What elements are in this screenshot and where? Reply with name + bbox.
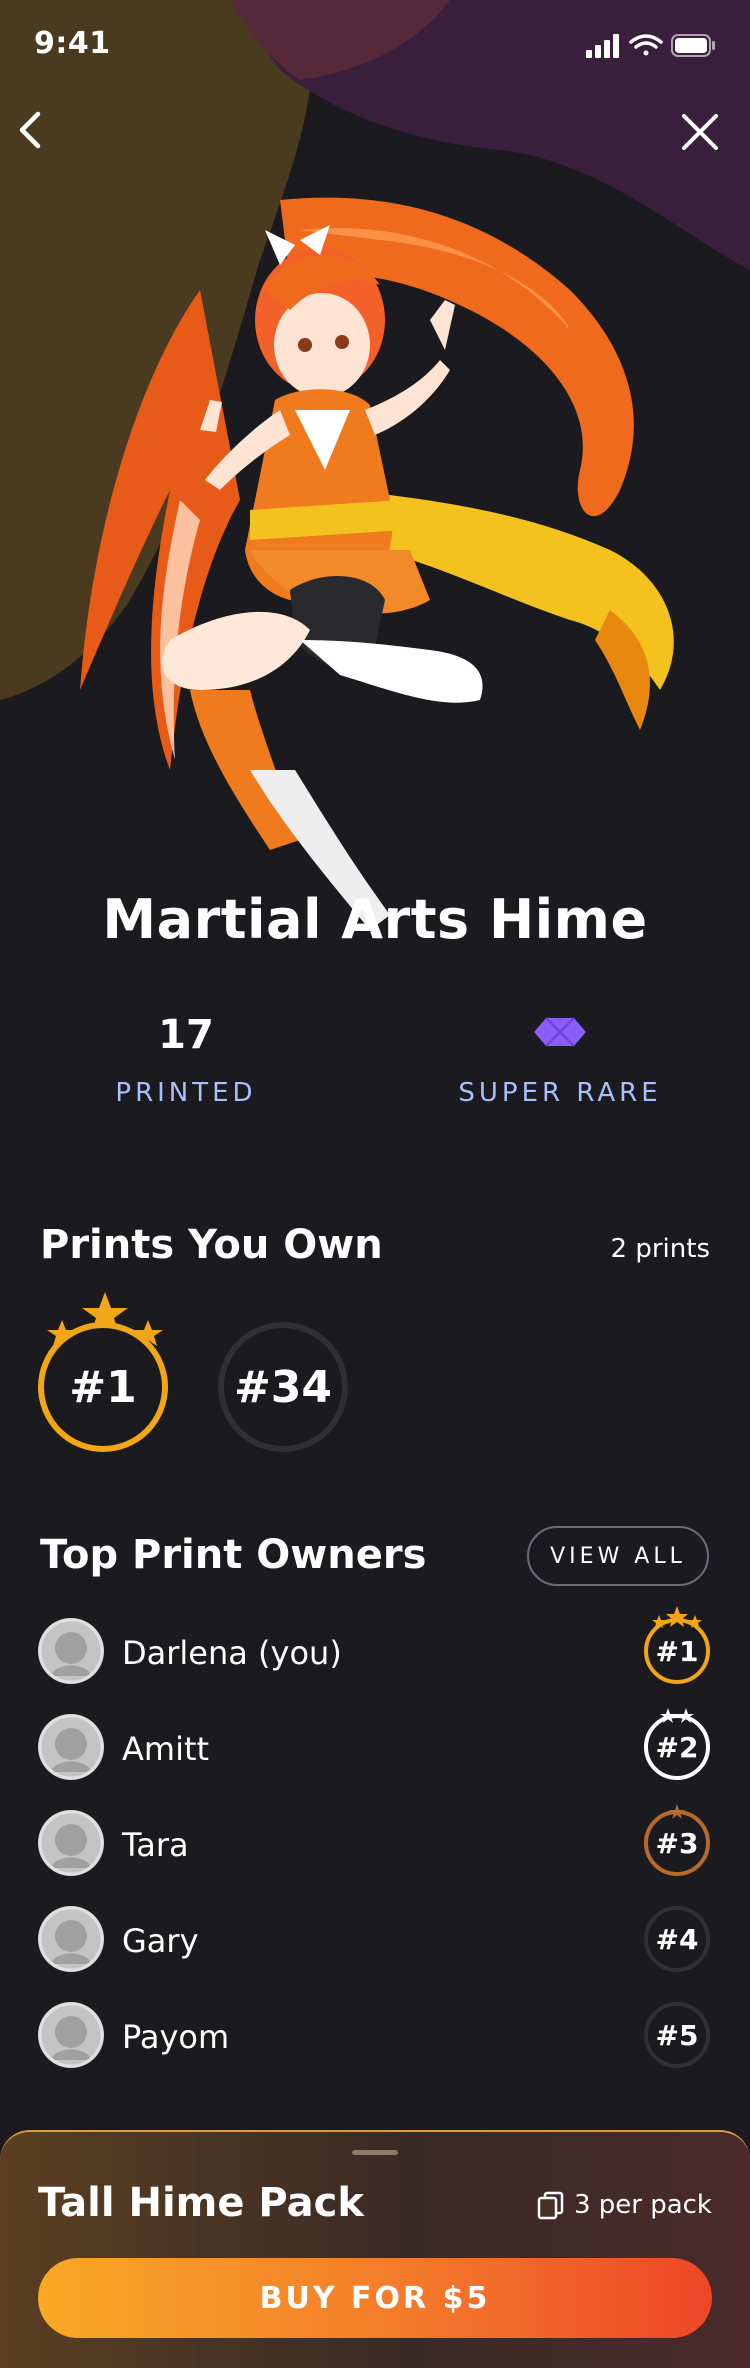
avatar-placeholder-icon bbox=[38, 1906, 104, 1972]
printed-stat: 17 PRINTED bbox=[84, 1012, 288, 1108]
printed-label: PRINTED bbox=[115, 1078, 257, 1108]
rarity-diamond-icon bbox=[534, 1017, 586, 1047]
owner-name: Gary bbox=[122, 1922, 199, 1960]
sheet-drag-handle[interactable] bbox=[352, 2150, 398, 2155]
battery-icon bbox=[671, 34, 715, 57]
avatar-placeholder-icon bbox=[38, 1714, 104, 1780]
owner-row[interactable]: Payom #5 bbox=[38, 2001, 710, 2071]
avatar bbox=[38, 1810, 104, 1876]
owner-row[interactable]: Tara #3 bbox=[38, 1804, 710, 1879]
printed-count: 17 bbox=[158, 1012, 214, 1058]
per-pack-info: 3 per pack bbox=[536, 2190, 712, 2220]
rarity-icon-wrap bbox=[440, 1012, 680, 1060]
rank-badge: #3 bbox=[644, 1810, 710, 1876]
cards-stack-icon bbox=[537, 2191, 564, 2220]
avatar bbox=[38, 2002, 104, 2068]
print-number: #1 bbox=[69, 1361, 137, 1413]
avatar bbox=[38, 1906, 104, 1972]
rank-badge: #1 bbox=[644, 1618, 710, 1684]
view-all-button[interactable]: VIEW ALL bbox=[527, 1526, 709, 1586]
status-icons bbox=[586, 34, 715, 58]
owner-name: Payom bbox=[122, 2018, 230, 2056]
print-number: #34 bbox=[233, 1361, 333, 1413]
owner-row[interactable]: Darlena (you) #1 bbox=[38, 1606, 710, 1687]
rank-badge: #4 bbox=[644, 1906, 710, 1972]
per-pack-label: 3 per pack bbox=[573, 2190, 712, 2220]
avatar-placeholder-icon bbox=[38, 1810, 104, 1876]
owner-name: Amitt bbox=[122, 1730, 210, 1768]
print-badge-34[interactable]: #34 bbox=[218, 1322, 348, 1452]
owner-name: Tara bbox=[122, 1826, 189, 1864]
back-icon[interactable] bbox=[0, 100, 60, 160]
avatar bbox=[38, 1618, 104, 1684]
card-title: Martial Arts Hime bbox=[102, 888, 648, 951]
buy-button[interactable]: BUY FOR $5 bbox=[38, 2258, 712, 2338]
pack-title: Tall Hime Pack bbox=[38, 2180, 364, 2226]
top-owners-title: Top Print Owners bbox=[40, 1532, 427, 1578]
rarity-label: SUPER RARE bbox=[458, 1078, 662, 1108]
status-bar: 9:41 bbox=[0, 0, 750, 90]
rank-badge: #5 bbox=[644, 2002, 710, 2068]
owner-name: Darlena (you) bbox=[122, 1634, 342, 1672]
avatar-placeholder-icon bbox=[38, 1618, 104, 1684]
wifi-icon bbox=[629, 34, 663, 56]
owner-row[interactable]: Gary #4 bbox=[38, 1905, 710, 1975]
signal-icon bbox=[586, 34, 619, 58]
status-time: 9:41 bbox=[34, 26, 111, 61]
close-icon[interactable] bbox=[670, 102, 730, 162]
owner-row[interactable]: Amitt #2 bbox=[38, 1708, 710, 1783]
rarity-stat: SUPER RARE bbox=[440, 1012, 680, 1108]
rank-badge: #2 bbox=[644, 1714, 710, 1780]
print-badge-1[interactable]: #1 bbox=[38, 1322, 168, 1452]
character-illustration bbox=[80, 197, 674, 930]
avatar bbox=[38, 1714, 104, 1780]
prints-you-own-title: Prints You Own bbox=[40, 1222, 383, 1268]
avatar-placeholder-icon bbox=[38, 2002, 104, 2068]
pack-bottom-sheet[interactable]: Tall Hime Pack 3 per pack BUY FOR $5 bbox=[0, 2130, 750, 2368]
prints-count: 2 prints bbox=[610, 1234, 710, 1264]
